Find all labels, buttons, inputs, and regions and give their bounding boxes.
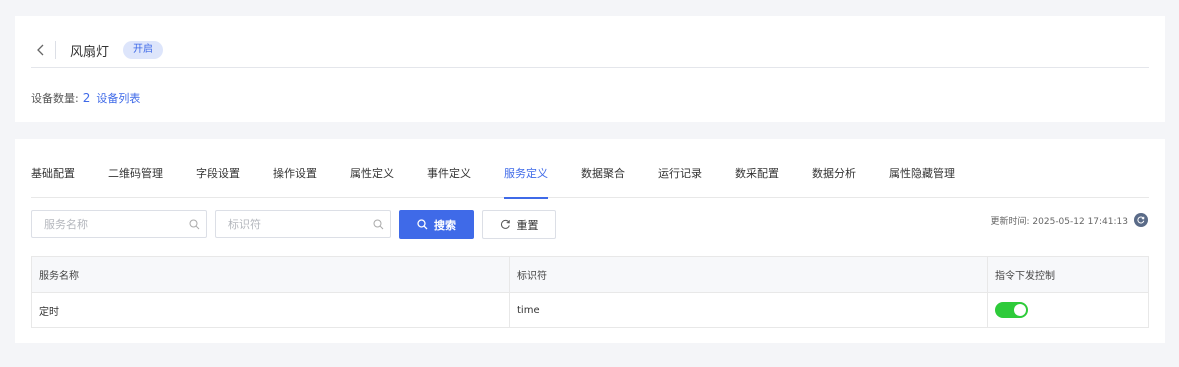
reset-button-label: 重置	[516, 218, 539, 232]
device-count-row: 设备数量: 2 设备列表	[31, 90, 140, 106]
service-definition-card: 基础配置 二维码管理 字段设置 操作设置 属性定义 事件定义 服务定义 数据聚合 运行记录 数采配…	[15, 139, 1165, 343]
status-badge: 开启	[123, 41, 164, 59]
tab-8[interactable]: 运行记录	[658, 158, 702, 198]
device-count-label: 设备数量:	[31, 92, 79, 105]
device-header-card: 风扇灯 开启 设备数量: 2 设备列表	[15, 16, 1165, 122]
tab-3[interactable]: 操作设置	[273, 158, 317, 198]
identifier-input-wrapper[interactable]	[215, 210, 391, 238]
device-count-value: 2	[82, 91, 91, 105]
service-table: 服务名称 标识符 指令下发控制 定时 time	[31, 256, 1149, 328]
search-icon	[417, 219, 428, 230]
reset-button[interactable]: 重置	[482, 210, 556, 239]
tab-10[interactable]: 数据分析	[812, 158, 856, 198]
tab-9[interactable]: 数采配置	[735, 158, 779, 198]
header-divider	[55, 41, 56, 59]
tab-7[interactable]: 数据聚合	[581, 158, 625, 198]
tab-4[interactable]: 属性定义	[350, 158, 394, 198]
tab-0[interactable]: 基础配置	[31, 158, 75, 198]
table-header-row: 服务名称 标识符 指令下发控制	[32, 257, 1148, 293]
back-icon[interactable]	[31, 40, 51, 60]
identifier-input[interactable]	[228, 217, 373, 231]
device-list-link[interactable]: 设备列表	[96, 90, 140, 106]
tab-2[interactable]: 字段设置	[196, 158, 240, 198]
refresh-icon[interactable]	[1134, 213, 1148, 227]
device-header: 风扇灯 开启	[31, 36, 164, 64]
tab-5[interactable]: 事件定义	[427, 158, 471, 198]
search-button-label: 搜索	[434, 218, 456, 232]
update-time-text: 更新时间: 2025-05-12 17:41:13	[990, 216, 1128, 227]
tab-1[interactable]: 二维码管理	[108, 158, 163, 198]
table-row: 定时 time	[32, 293, 1148, 327]
service-name-cell: 定时	[32, 293, 510, 327]
header-divider-line	[31, 67, 1149, 68]
column-header-service-name: 服务名称	[32, 257, 510, 292]
tab-6[interactable]: 服务定义	[504, 158, 548, 199]
identifier-cell: time	[510, 293, 988, 327]
service-name-input[interactable]	[44, 217, 189, 231]
search-icon[interactable]	[189, 218, 200, 230]
refresh-icon	[500, 219, 511, 230]
column-header-identifier: 标识符	[510, 257, 988, 292]
column-header-control: 指令下发控制	[995, 271, 1055, 282]
search-icon[interactable]	[373, 218, 384, 230]
update-time: 更新时间: 2025-05-12 17:41:13	[991, 213, 1148, 227]
tab-11[interactable]: 属性隐藏管理	[889, 158, 955, 198]
control-cell	[988, 293, 1148, 327]
search-button[interactable]: 搜索	[399, 210, 474, 239]
service-name-input-wrapper[interactable]	[31, 210, 207, 238]
control-toggle-switch[interactable]	[995, 302, 1028, 318]
device-name: 风扇灯	[70, 44, 110, 60]
tab-bar: 基础配置 二维码管理 字段设置 操作设置 属性定义 事件定义 服务定义 数据聚合 运行记录 数采配…	[31, 158, 1149, 199]
